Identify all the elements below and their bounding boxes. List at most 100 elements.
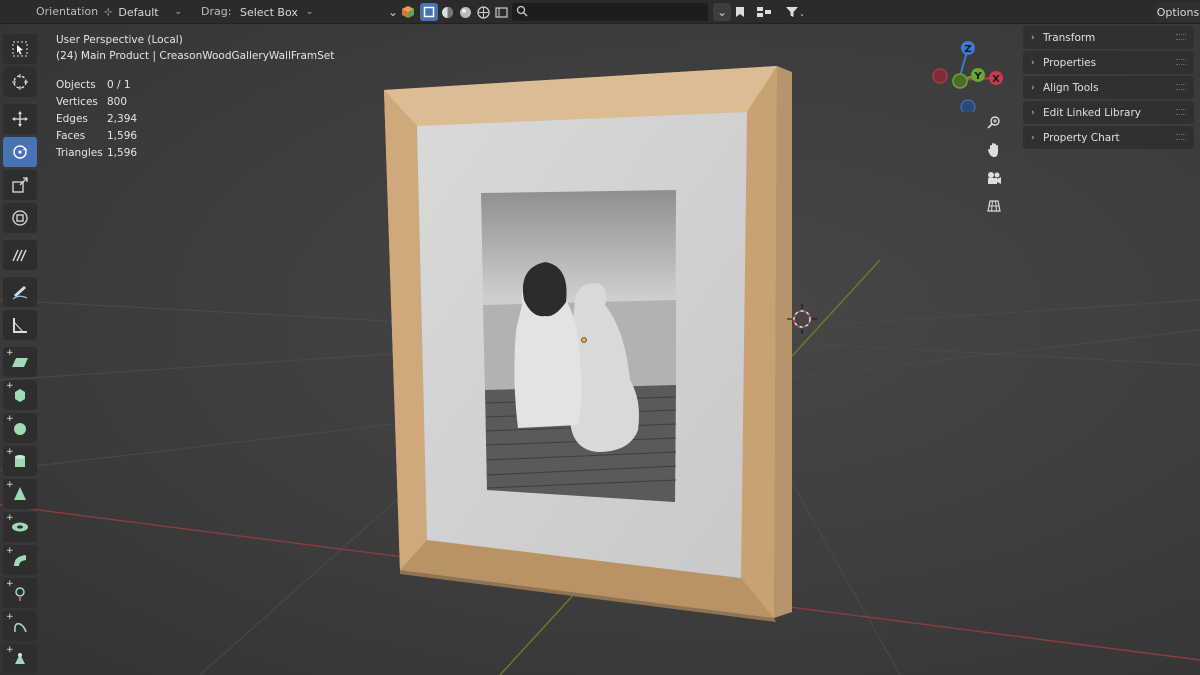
object-origin <box>581 337 587 343</box>
n-panel-sidebar: › Transform › Properties › Align Tools ›… <box>1023 26 1194 151</box>
grid-icon[interactable] <box>982 194 1006 218</box>
hierarchy-icon[interactable] <box>750 3 778 21</box>
3d-viewport[interactable]: User Perspective (Local) (24) Main Produ… <box>0 24 1200 675</box>
select-box-icon[interactable] <box>3 34 37 64</box>
add-empty-icon[interactable]: + <box>3 578 37 608</box>
drag-handle-icon[interactable] <box>1176 84 1186 90</box>
visibility-cube-icon[interactable] <box>399 3 417 21</box>
chevron-down-icon: ⌄ <box>174 7 182 17</box>
zoom-icon[interactable] <box>982 110 1006 134</box>
scale-icon[interactable] <box>3 170 37 200</box>
viewport-info-overlay: User Perspective (Local) (24) Main Produ… <box>56 32 334 162</box>
navigation-buttons <box>982 110 1008 222</box>
search-input[interactable] <box>512 3 708 21</box>
add-cube-icon[interactable]: + <box>3 380 37 410</box>
stat-key: Edges <box>56 113 88 125</box>
panel-transform[interactable]: › Transform <box>1023 26 1194 49</box>
add-curve-icon[interactable]: + <box>3 545 37 575</box>
view-title: User Perspective (Local) <box>56 34 183 46</box>
cursor-icon[interactable] <box>3 67 37 97</box>
rotate-icon[interactable] <box>3 137 37 167</box>
photo-print <box>481 190 677 502</box>
panel-edit-linked-library[interactable]: › Edit Linked Library <box>1023 101 1194 124</box>
orientation-dropdown[interactable]: ⊹ Default ⌄ <box>98 3 188 21</box>
rendered-shading-icon[interactable] <box>474 3 492 21</box>
orientation-label: Orientation: <box>36 5 102 18</box>
panel-properties[interactable]: › Properties <box>1023 51 1194 74</box>
camera-icon[interactable] <box>982 166 1006 190</box>
gizmo-neg-x <box>932 68 948 84</box>
add-path-icon[interactable]: + <box>3 611 37 641</box>
drag-dropdown[interactable]: Select Box ⌄ <box>234 3 313 21</box>
draw-icon[interactable] <box>3 277 37 307</box>
options-button[interactable]: Options <box>1156 2 1200 22</box>
stat-key: Faces <box>56 130 86 142</box>
chevron-down-icon: ⌄ <box>305 7 314 17</box>
drag-label: Drag: <box>201 5 232 18</box>
overlay-icon[interactable] <box>492 3 510 21</box>
chevron-right-icon: › <box>1031 107 1035 118</box>
stat-key: Triangles <box>56 147 103 159</box>
stat-key: Objects <box>56 79 96 91</box>
scene-statistics: Objects 0 / 1 Vertices 800 Edges 2,394 Face… <box>56 77 334 162</box>
chevron-right-icon: › <box>1031 82 1035 93</box>
panel-label: Edit Linked Library <box>1043 106 1141 119</box>
chevron-right-icon: › <box>1031 57 1035 68</box>
stat-row: Objects 0 / 1 <box>56 77 334 94</box>
orientation-gizmo-icon: ⊹ <box>104 6 113 18</box>
stat-row: Vertices 800 <box>56 94 334 111</box>
gizmo-y-label: Y <box>973 71 982 82</box>
stat-row: Triangles 1,596 <box>56 145 334 162</box>
gizmo-z-label: Z <box>964 44 971 55</box>
gizmo-neg-y <box>952 73 968 89</box>
chevron-down-icon[interactable]: ⌄ <box>713 3 731 21</box>
pan-icon[interactable] <box>982 138 1006 162</box>
filter-icon[interactable]: ⌄ <box>780 3 808 21</box>
drag-handle-icon[interactable] <box>1176 134 1186 140</box>
panel-label: Properties <box>1043 56 1097 69</box>
frame-side <box>774 66 792 618</box>
annotate-icon[interactable] <box>3 240 37 270</box>
stat-value: 1,596 <box>107 130 138 142</box>
active-object-name: (24) Main Product | CreasonWoodGalleryWa… <box>56 50 335 62</box>
select-mode-icon[interactable] <box>420 3 438 21</box>
panel-label: Transform <box>1043 31 1096 44</box>
move-icon[interactable] <box>3 104 37 134</box>
panel-property-chart[interactable]: › Property Chart <box>1023 126 1194 149</box>
viewport-header: Orientation: ⊹ Default ⌄ Drag: Select Bo… <box>0 0 1200 24</box>
add-plane-icon[interactable]: + <box>3 347 37 377</box>
panel-label: Property Chart <box>1043 131 1120 144</box>
chevron-right-icon: › <box>1031 132 1035 143</box>
orientation-value: Default <box>118 5 159 19</box>
add-sphere-icon[interactable]: + <box>3 413 37 443</box>
material-shading-icon[interactable] <box>456 3 474 21</box>
add-light-icon[interactable]: + <box>3 644 37 674</box>
stat-value: 1,596 <box>107 147 138 159</box>
stat-row: Edges 2,394 <box>56 111 334 128</box>
stat-value: 0 / 1 <box>107 79 131 91</box>
chevron-right-icon: › <box>1031 32 1035 43</box>
panel-align-tools[interactable]: › Align Tools <box>1023 76 1194 99</box>
gizmo-x-label: X <box>992 74 1000 85</box>
add-cylinder-icon[interactable]: + <box>3 446 37 476</box>
navigation-gizmo[interactable]: Z Y X <box>926 32 1016 112</box>
drag-value: Select Box <box>240 5 298 19</box>
stat-value: 2,394 <box>107 113 138 125</box>
gizmo-neg-z <box>960 99 976 112</box>
search-icon <box>516 5 528 20</box>
drag-handle-icon[interactable] <box>1176 34 1186 40</box>
stat-value: 800 <box>107 96 128 108</box>
solid-shading-icon[interactable] <box>438 3 456 21</box>
drag-handle-icon[interactable] <box>1176 59 1186 65</box>
measure-icon[interactable] <box>3 310 37 340</box>
tool-shelf: + + + + + + + + + + <box>3 34 39 675</box>
panel-label: Align Tools <box>1043 81 1099 94</box>
stat-row: Faces 1,596 <box>56 128 334 145</box>
transform-icon[interactable] <box>3 203 37 233</box>
svg-text:⌄: ⌄ <box>799 9 803 18</box>
add-cone-icon[interactable]: + <box>3 479 37 509</box>
bookmark-icon[interactable] <box>731 3 749 21</box>
drag-handle-icon[interactable] <box>1176 109 1186 115</box>
stat-key: Vertices <box>56 96 98 108</box>
add-torus-icon[interactable]: + <box>3 512 37 542</box>
